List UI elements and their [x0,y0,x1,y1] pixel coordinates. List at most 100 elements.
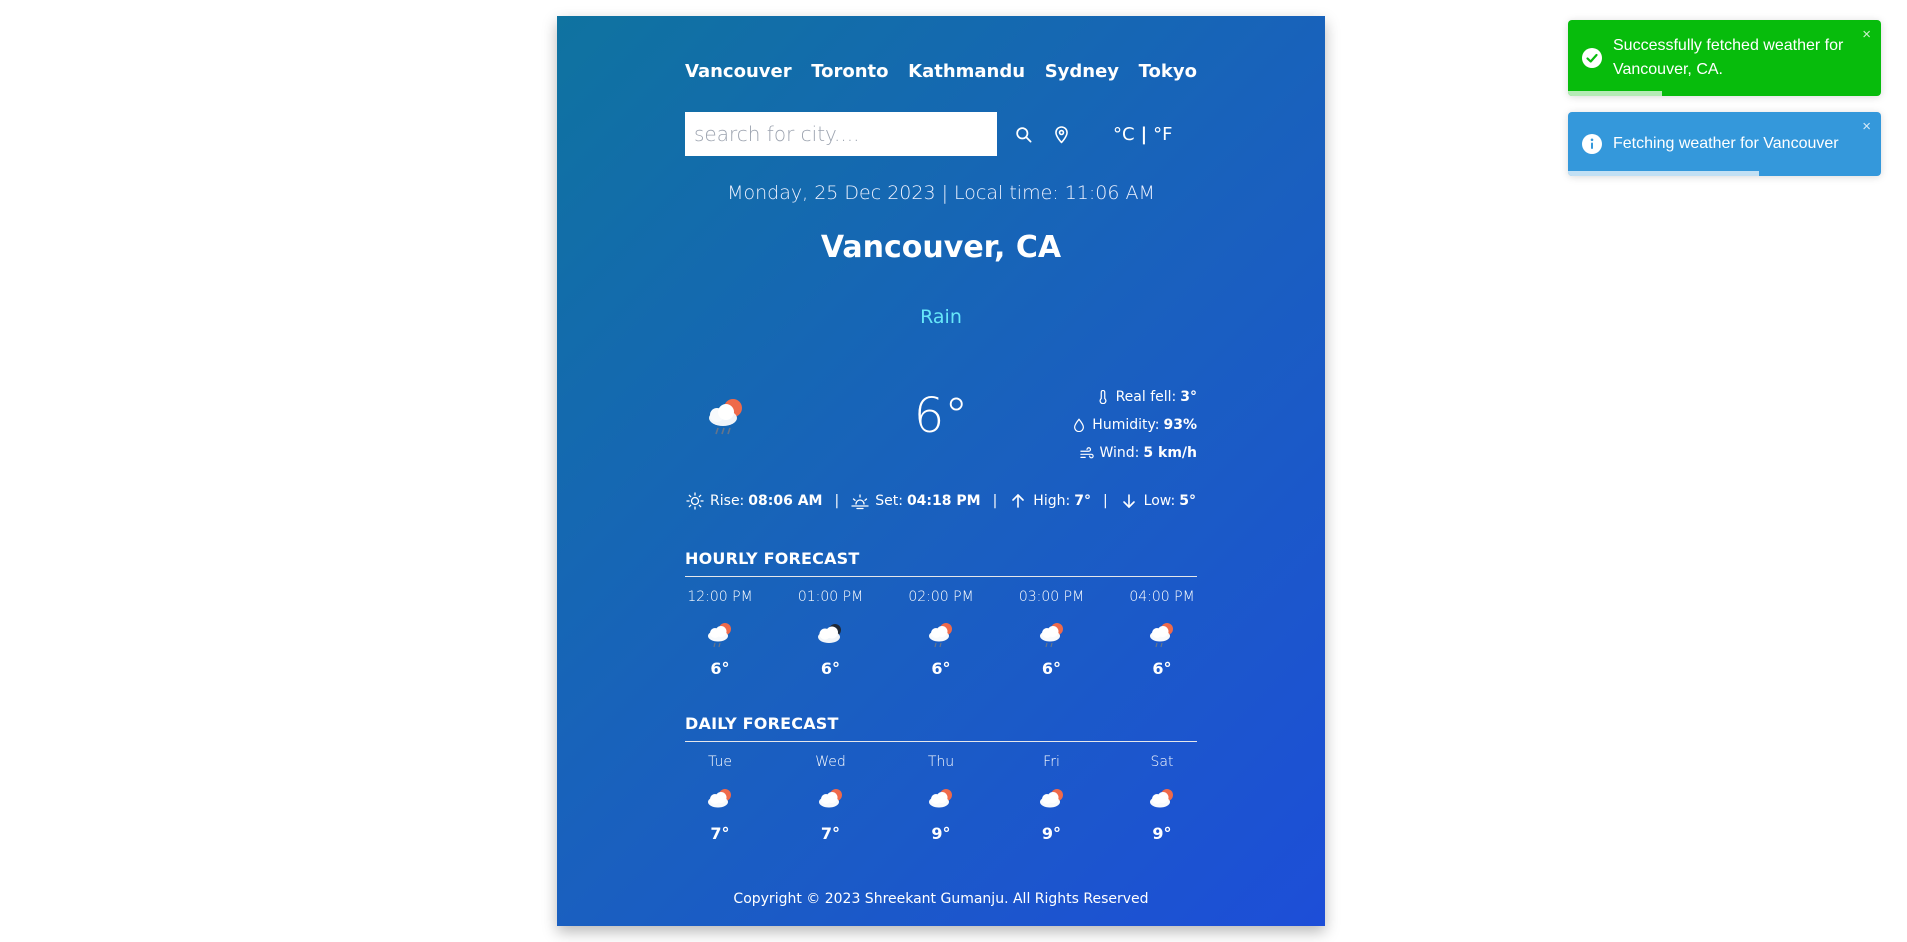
hourly-item: 01:00 PM 6° [796,589,866,678]
separator: | [834,493,840,509]
separator: | [992,493,998,509]
search-input[interactable] [685,112,997,156]
location-pin-icon[interactable] [1049,122,1073,146]
hourly-item: 04:00 PM 6° [1127,589,1197,678]
current-weather: 6° Real fell: 3° Humidity: 93% Wind: 5 k… [685,378,1197,468]
hourly-forecast-title: Hourly forecast [685,549,860,568]
daily-temp: 7° [820,824,841,843]
info-toast[interactable]: Fetching weather for Vancouver × [1568,112,1881,176]
humidity-value: 93% [1163,417,1197,433]
city-quick-links: Vancouver Toronto Kathmandu Sydney Tokyo [685,61,1197,91]
cloud-sun-rain-icon [709,399,742,435]
wind-value: 5 km/h [1143,445,1197,461]
current-temperature: 6° [913,388,969,444]
hourly-time: 12:00 PM [687,589,753,605]
city-link-sydney[interactable]: Sydney [1045,61,1119,91]
arrow-up-icon [1012,494,1025,508]
toast-progress-bar [1568,171,1759,176]
sun-icon [686,492,704,510]
toast-message: Successfully fetched weather for Vancouv… [1613,37,1844,78]
cloud-sun-icon [818,789,842,808]
thermometer-icon [1099,390,1107,404]
real-feel-row: Real fell: 3° [1017,383,1197,411]
cloud-sun-rain-icon [1039,623,1063,648]
daily-forecast-header: Daily forecast [685,714,1197,742]
city-link-kathmandu[interactable]: Kathmandu [908,61,1025,91]
sunrise-item: Rise: 08:06 AM [686,492,823,510]
search-icon[interactable] [1011,122,1035,146]
local-datetime: Monday, 25 Dec 2023 | Local time: 11:06 … [727,182,1155,204]
info-circle-icon [1582,134,1602,154]
humidity-row: Humidity: 93% [1017,411,1197,439]
cloud-sun-rain-icon [708,623,731,648]
fahrenheit-button[interactable]: °F [1153,124,1172,145]
sunset-value: 04:18 PM [906,493,981,509]
low-label: Low: [1143,493,1176,509]
hourly-temp: 6° [931,659,951,678]
toast-message: Fetching weather for Vancouver [1613,135,1839,152]
cloud-moon-icon [817,624,841,643]
daily-item: Tue 7° [685,754,755,843]
daily-item: Thu 9° [906,754,976,843]
separator: | [1102,493,1108,509]
sunrise-value: 08:06 AM [748,493,823,509]
wind-icon [1079,447,1094,459]
cloud-sun-icon [929,789,952,808]
daily-day: Thu [927,754,955,770]
hourly-time: 03:00 PM [1018,589,1085,605]
close-icon[interactable]: × [1862,26,1871,43]
hourly-time: 01:00 PM [797,589,864,605]
cloud-sun-icon [1039,789,1063,808]
sunset-item: Set: 04:18 PM [851,492,981,510]
hourly-item: 02:00 PM 6° [906,589,976,678]
location-title: Vancouver, CA [820,230,1062,265]
high-value: 7° [1074,493,1091,509]
close-icon[interactable]: × [1862,118,1871,135]
sun-temp-range: Rise: 08:06 AM | Set: 04:18 PM | High: 7… [685,489,1197,513]
daily-item: Wed 7° [796,754,866,843]
cloud-sun-rain-icon [1150,623,1173,648]
wind-label: Wind: [1099,445,1140,461]
hourly-time: 04:00 PM [1129,589,1195,605]
low-temp-item: Low: 5° [1120,492,1196,510]
weather-card: Vancouver Toronto Kathmandu Sydney Tokyo… [557,16,1325,926]
success-toast[interactable]: Successfully fetched weather for Vancouv… [1568,20,1881,96]
weather-condition: Rain [920,306,962,328]
divider [685,576,1197,577]
daily-day: Fri [1043,754,1060,770]
humidity-label: Humidity: [1092,417,1160,433]
cloud-sun-icon [708,789,731,808]
arrow-down-icon [1122,494,1135,508]
high-temp-item: High: 7° [1009,492,1091,510]
daily-day: Tue [708,754,732,770]
city-link-tokyo[interactable]: Tokyo [1139,61,1197,91]
unit-separator: | [1140,123,1148,145]
sunset-label: Set: [875,493,903,509]
wind-row: Wind: 5 km/h [1017,439,1197,467]
daily-forecast: Tue 7° Wed 7° Thu 9° Fri 9° Sat 9° [685,754,1197,843]
celsius-button[interactable]: °C [1113,124,1135,145]
sunset-icon [851,494,869,510]
low-value: 5° [1179,493,1196,509]
daily-day: Wed [815,754,846,770]
high-label: High: [1033,493,1071,509]
city-link-toronto[interactable]: Toronto [811,61,888,91]
daily-temp: 7° [710,824,730,843]
daily-temp: 9° [1152,824,1172,843]
daily-temp: 9° [1041,824,1062,843]
hourly-time: 02:00 PM [908,589,974,605]
hourly-temp: 6° [820,659,841,678]
hourly-item: 12:00 PM 6° [685,589,755,678]
hourly-temp: 6° [1041,659,1062,678]
daily-item: Fri 9° [1017,754,1087,843]
search-bar: °C | °F [685,112,1197,156]
unit-toggle: °C | °F [1113,124,1173,145]
cloud-sun-icon [1150,789,1173,808]
hourly-forecast-header: Hourly forecast [685,549,1197,577]
daily-forecast-title: Daily forecast [685,714,839,733]
toast-progress-bar [1568,91,1662,96]
sunrise-label: Rise: [710,493,745,509]
daily-temp: 9° [931,824,951,843]
real-feel-value: 3° [1180,389,1197,405]
city-link-vancouver[interactable]: Vancouver [685,61,792,91]
